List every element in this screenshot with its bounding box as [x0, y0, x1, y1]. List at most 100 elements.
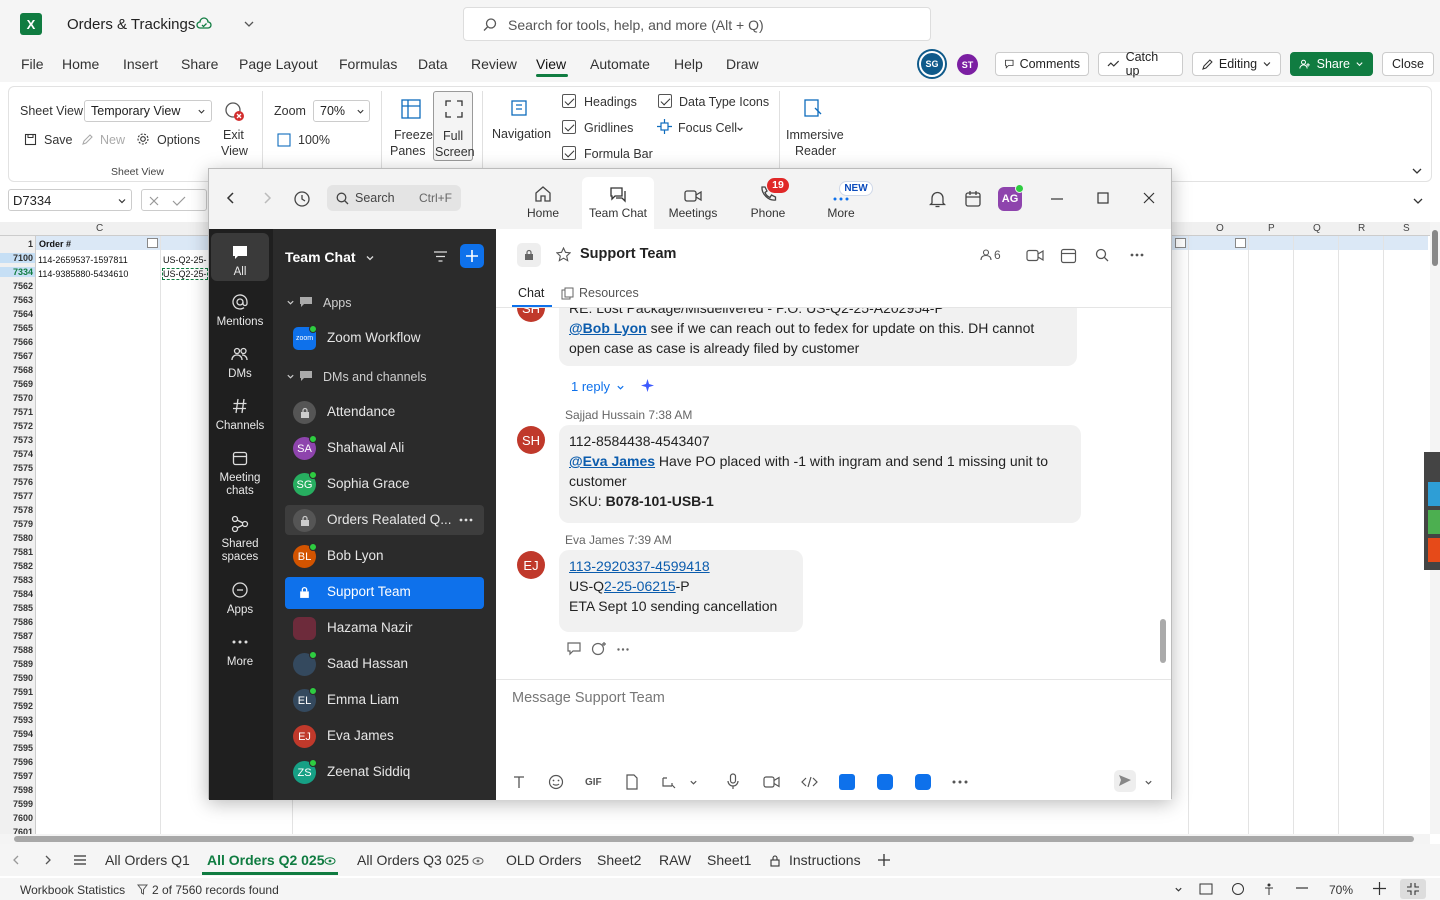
app-shortcut-docs-icon[interactable]	[839, 774, 855, 790]
rail-channels[interactable]: Channels	[211, 395, 269, 433]
ellipsis-icon[interactable]	[1130, 253, 1144, 257]
help-icon[interactable]	[1231, 882, 1245, 896]
menu-help[interactable]: Help	[674, 56, 703, 72]
screenshot-icon[interactable]	[661, 774, 677, 790]
search-icon[interactable]	[1095, 248, 1109, 262]
row-number[interactable]: 7595	[0, 743, 35, 753]
ribbon-collapse-chevron-icon[interactable]	[1411, 165, 1423, 177]
row-number[interactable]: 7596	[0, 757, 35, 767]
menu-share[interactable]: Share	[181, 56, 218, 72]
sheet-tab-q1[interactable]: All Orders Q1	[105, 852, 190, 868]
catch-up-button[interactable]: Catch up	[1098, 50, 1183, 78]
video-call-icon[interactable]	[1026, 249, 1044, 262]
row-number[interactable]: 7601	[0, 827, 35, 834]
list-item-zoom-workflow[interactable]: zoom Zoom Workflow	[285, 323, 484, 353]
emoji-icon[interactable]	[548, 774, 564, 790]
row-number[interactable]: 7578	[0, 505, 35, 515]
row-number[interactable]: 7100	[0, 253, 35, 263]
headings-checkbox[interactable]	[562, 94, 576, 108]
row-number[interactable]: 7582	[0, 561, 35, 571]
list-item-support-team[interactable]: Support Team	[285, 577, 484, 609]
all-sheets-menu-icon[interactable]	[73, 854, 87, 866]
cancel-icon[interactable]	[148, 195, 160, 207]
menu-draw[interactable]: Draw	[726, 56, 759, 72]
filter-dropdown-icon[interactable]	[1235, 238, 1246, 248]
row-number[interactable]: 7586	[0, 617, 35, 627]
message-bubble-1[interactable]: RE: Lost Package/Misdelivered - P.O: US-…	[559, 308, 1077, 366]
zoom-tab-team-chat[interactable]: Team Chat	[582, 177, 654, 229]
ai-sparkle-icon[interactable]	[640, 378, 655, 393]
list-item-bob-lyon[interactable]: BL Bob Lyon	[285, 541, 484, 571]
message-bubble-3[interactable]: 113-2920337-4599418 US-Q2-25-06215-P ETA…	[559, 550, 803, 632]
menu-file[interactable]: File	[21, 56, 44, 72]
rail-shared-spaces[interactable]: Shared spaces	[211, 513, 269, 564]
focus-cell-button[interactable]: Focus Cell	[678, 121, 737, 135]
message-composer[interactable]: Message Support Team GIF	[496, 680, 1171, 800]
gif-button[interactable]: GIF	[585, 777, 602, 788]
title-chevron-down-icon[interactable]	[243, 18, 255, 30]
full-screen-button[interactable]: Full Screen	[433, 91, 475, 161]
app-shortcut-clips-icon[interactable]	[915, 774, 931, 790]
status-zoom-level[interactable]: 70%	[1329, 883, 1353, 897]
side-panel-handle[interactable]	[1424, 452, 1440, 570]
row-number[interactable]: 7334	[0, 267, 35, 277]
column-header-p[interactable]: P	[1268, 223, 1275, 234]
row-number[interactable]: 7600	[0, 813, 35, 823]
menu-home[interactable]: Home	[62, 56, 99, 72]
sheet-tab-q2[interactable]: All Orders Q2 025	[207, 852, 325, 868]
maximize-icon[interactable]	[1097, 192, 1109, 204]
message-list[interactable]: SH RE: Lost Package/Misdelivered - P.O: …	[496, 308, 1171, 678]
video-message-icon[interactable]	[763, 776, 780, 788]
app-shortcut-whiteboard-icon[interactable]	[877, 774, 893, 790]
zoom-dropdown[interactable]: 70%	[313, 100, 370, 122]
workbook-statistics[interactable]: Workbook Statistics	[20, 883, 125, 897]
zoom-100-button[interactable]: 100%	[298, 133, 330, 147]
member-count[interactable]: 6	[994, 248, 1001, 262]
message-scroll-thumb[interactable]	[1160, 619, 1166, 663]
share-button[interactable]: Share	[1290, 52, 1373, 76]
cell-d7334[interactable]: US-Q2-25-	[162, 268, 208, 280]
chevron-down-icon[interactable]	[286, 298, 295, 307]
send-button[interactable]	[1114, 770, 1136, 792]
zoom-tab-meetings[interactable]: Meetings	[657, 177, 729, 229]
forward-arrow-icon[interactable]	[261, 191, 273, 205]
list-item-saad-hassan[interactable]: Saad Hassan	[285, 649, 484, 679]
row-number[interactable]: 7579	[0, 519, 35, 529]
row-number[interactable]: 7577	[0, 491, 35, 501]
list-item-eva-james[interactable]: EJ Eva James	[285, 721, 484, 751]
row-number[interactable]: 7566	[0, 337, 35, 347]
row-number[interactable]: 1	[0, 239, 35, 249]
row-number[interactable]: 7597	[0, 771, 35, 781]
list-item-attendance[interactable]: Attendance	[285, 397, 484, 427]
zoom-in-icon[interactable]	[1373, 882, 1386, 895]
column-header-o[interactable]: O	[1216, 223, 1224, 234]
rail-all[interactable]: All	[211, 233, 269, 281]
column-header-c[interactable]: C	[96, 223, 103, 234]
horizontal-scroll-thumb[interactable]	[14, 836, 1414, 842]
save-view-button[interactable]: Save	[44, 133, 73, 147]
star-icon[interactable]	[556, 247, 571, 262]
filter-dropdown-icon[interactable]	[1175, 238, 1186, 248]
new-chat-button[interactable]	[460, 244, 484, 268]
message-avatar[interactable]: EJ	[517, 551, 545, 579]
sheet-tab-old-orders[interactable]: OLD Orders	[506, 852, 581, 868]
chevron-down-icon[interactable]	[616, 383, 625, 392]
rail-meeting-chats[interactable]: Meeting chats	[211, 447, 269, 498]
mention-bob-lyon[interactable]: @Bob Lyon	[569, 320, 647, 336]
menu-review[interactable]: Review	[471, 56, 517, 72]
row-number[interactable]: 7562	[0, 281, 35, 291]
list-item-zeenat-siddiq[interactable]: ZS Zeenat Siddiq	[285, 757, 484, 787]
row-number[interactable]: 7570	[0, 393, 35, 403]
keyboard-icon[interactable]	[1199, 883, 1213, 895]
menu-insert[interactable]: Insert	[123, 56, 158, 72]
filter-list-icon[interactable]	[433, 250, 448, 263]
message-avatar[interactable]: SH	[517, 426, 545, 454]
sheet-tab-sheet2[interactable]: Sheet2	[597, 852, 641, 868]
row-number[interactable]: 7574	[0, 449, 35, 459]
row-number[interactable]: 7575	[0, 463, 35, 473]
gridlines-checkbox[interactable]	[562, 120, 576, 134]
freeze-panes-line1[interactable]: Freeze	[394, 128, 433, 142]
row-number[interactable]: 7587	[0, 631, 35, 641]
accessibility-icon[interactable]	[1262, 882, 1276, 896]
menu-automate[interactable]: Automate	[590, 56, 650, 72]
